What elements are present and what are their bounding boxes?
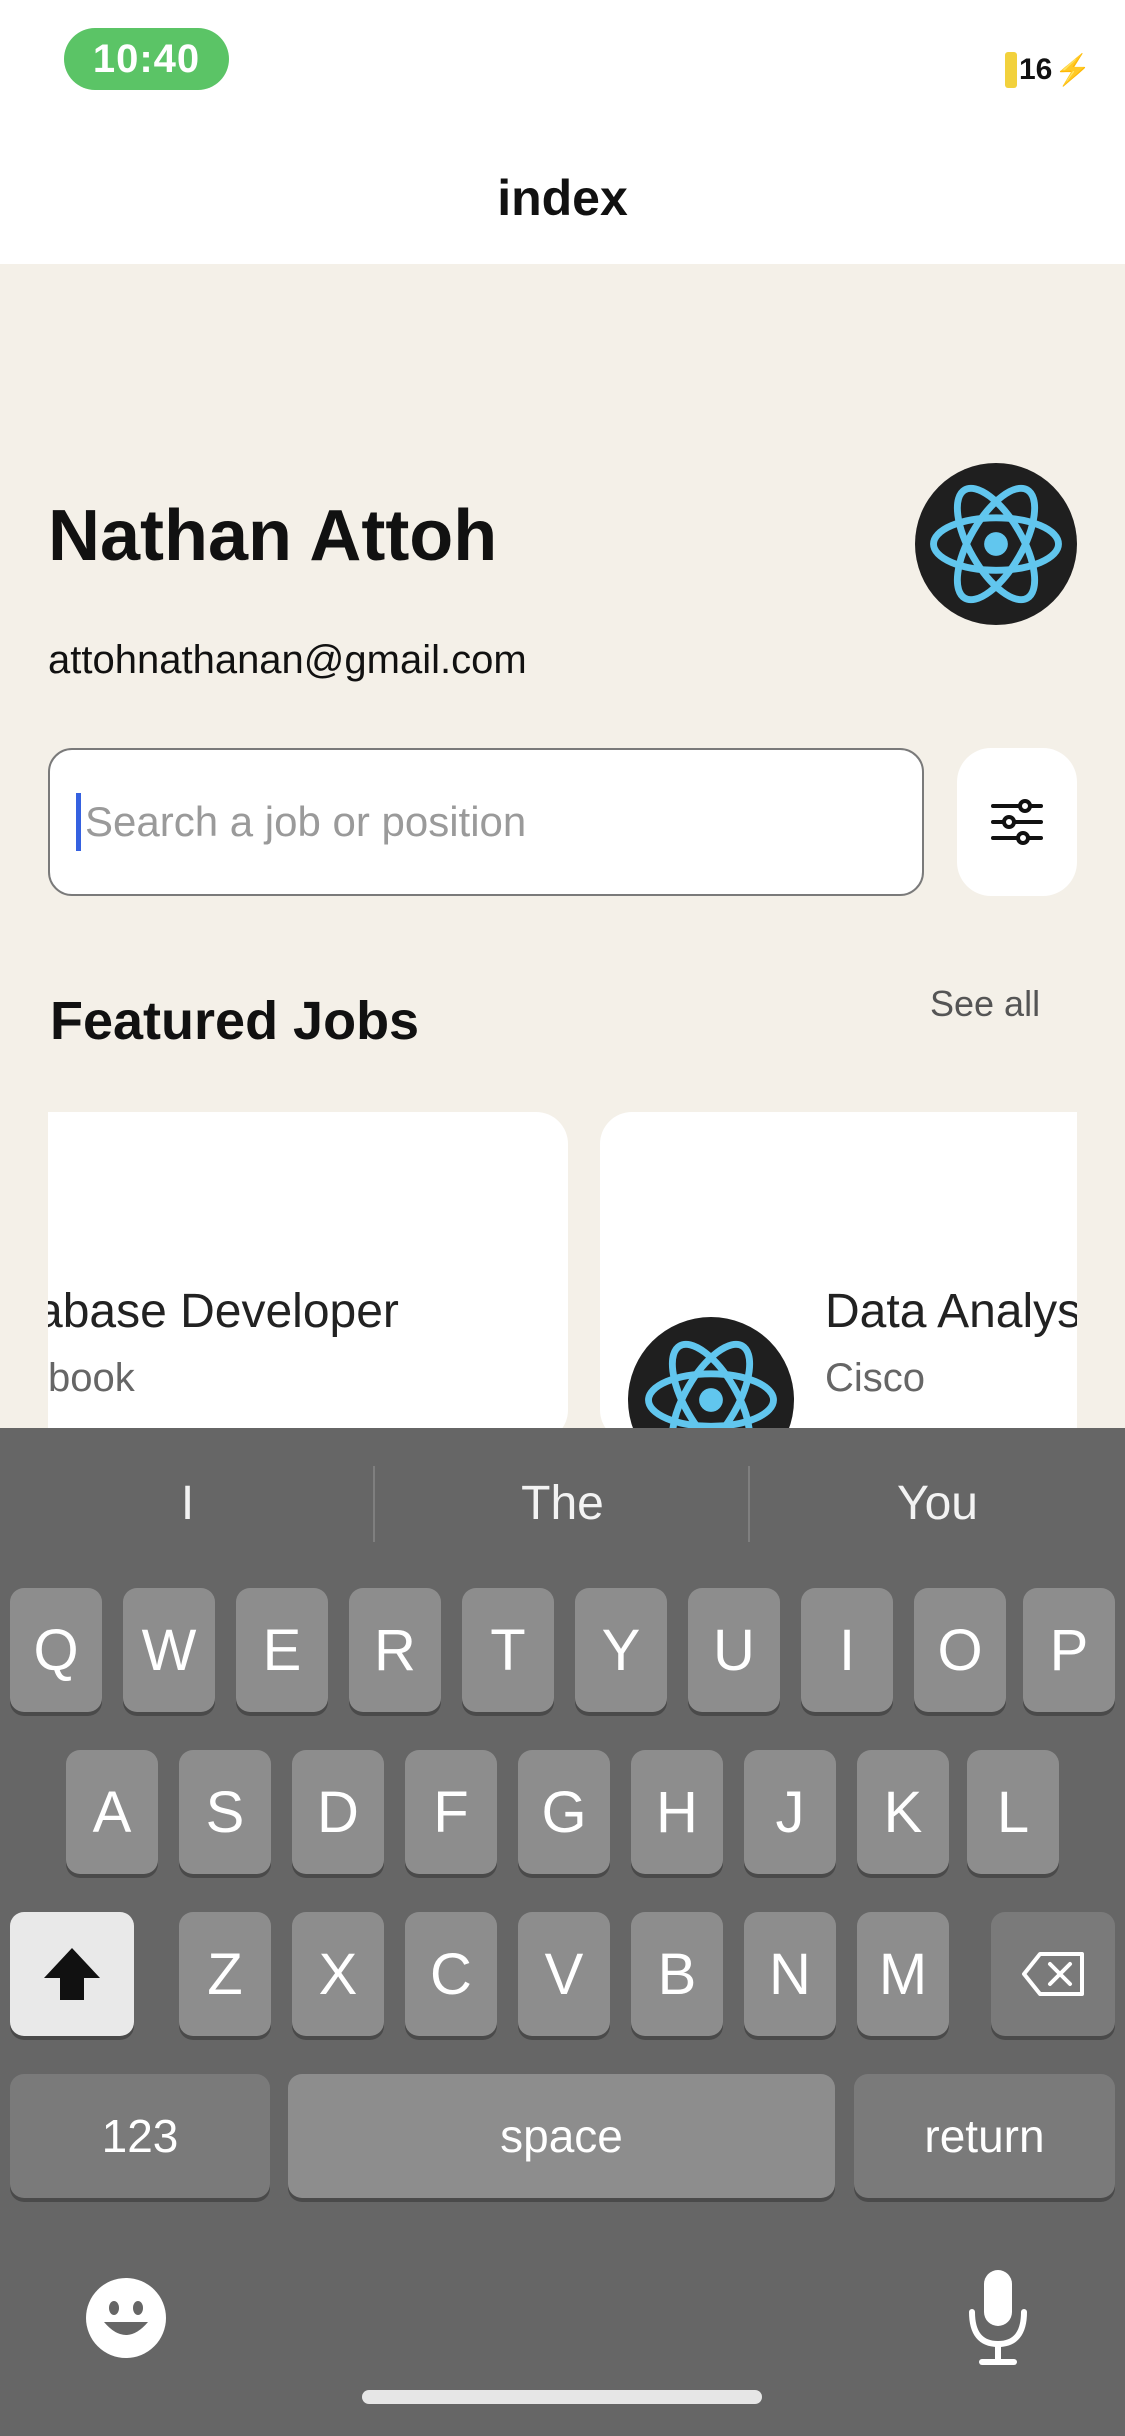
suggestion-item[interactable]: The xyxy=(375,1428,750,1578)
key-r[interactable]: R xyxy=(349,1588,441,1712)
numbers-key[interactable]: 123 xyxy=(10,2074,270,2198)
key-d[interactable]: D xyxy=(292,1750,384,1874)
key-m[interactable]: M xyxy=(857,1912,949,2036)
key-i[interactable]: I xyxy=(801,1588,893,1712)
backspace-icon xyxy=(1022,1952,1084,1996)
user-email: attohnathanan@gmail.com xyxy=(48,638,527,682)
suggestion-divider xyxy=(373,1466,375,1542)
key-p[interactable]: P xyxy=(1023,1588,1115,1712)
key-x[interactable]: X xyxy=(292,1912,384,2036)
suggestion-item[interactable]: I xyxy=(0,1428,375,1578)
battery-icon xyxy=(1005,52,1017,88)
search-input[interactable] xyxy=(83,797,867,847)
key-n[interactable]: N xyxy=(744,1912,836,2036)
suggestion-bar: I The You xyxy=(0,1428,1125,1578)
microphone-button[interactable] xyxy=(966,2268,1030,2368)
avatar[interactable] xyxy=(915,463,1077,625)
key-h[interactable]: H xyxy=(631,1750,723,1874)
status-bar: 10:40 16 ⚡ xyxy=(0,0,1125,132)
key-l[interactable]: L xyxy=(967,1750,1059,1874)
status-time: 10:40 xyxy=(64,28,229,90)
charging-bolt-icon: ⚡ xyxy=(1054,53,1092,87)
key-j[interactable]: J xyxy=(744,1750,836,1874)
job-title: abase Developer xyxy=(48,1285,399,1338)
featured-jobs-title: Featured Jobs xyxy=(50,991,420,1051)
suggestion-divider xyxy=(748,1466,750,1542)
key-e[interactable]: E xyxy=(236,1588,328,1712)
key-s[interactable]: S xyxy=(179,1750,271,1874)
suggestion-item[interactable]: You xyxy=(750,1428,1125,1578)
see-all-link[interactable]: See all xyxy=(930,983,1040,1025)
key-o[interactable]: O xyxy=(914,1588,1006,1712)
page-title: index xyxy=(0,132,1125,264)
job-title: Data Analys xyxy=(825,1285,1077,1338)
key-z[interactable]: Z xyxy=(179,1912,271,2036)
key-w[interactable]: W xyxy=(123,1588,215,1712)
company-logo xyxy=(628,1317,794,1442)
sliders-icon xyxy=(991,799,1043,845)
key-q[interactable]: Q xyxy=(10,1588,102,1712)
key-y[interactable]: Y xyxy=(575,1588,667,1712)
key-u[interactable]: U xyxy=(688,1588,780,1712)
job-card[interactable]: Data Analys Cisco xyxy=(600,1112,1077,1442)
text-caret xyxy=(76,793,81,851)
user-name: Nathan Attoh xyxy=(48,496,498,576)
home-indicator[interactable] xyxy=(362,2390,762,2404)
filter-button[interactable] xyxy=(957,748,1077,896)
key-b[interactable]: B xyxy=(631,1912,723,2036)
keyboard: I The You Q W E R T Y U I O P A S D F G … xyxy=(0,1428,1125,2436)
battery-level: 16 xyxy=(1019,53,1053,86)
key-k[interactable]: K xyxy=(857,1750,949,1874)
shift-key[interactable] xyxy=(10,1912,134,2036)
key-f[interactable]: F xyxy=(405,1750,497,1874)
backspace-key[interactable] xyxy=(991,1912,1115,2036)
emoji-button[interactable] xyxy=(84,2276,168,2360)
emoji-icon xyxy=(86,2278,166,2358)
job-company: book xyxy=(48,1356,135,1400)
job-card[interactable]: abase Developer book xyxy=(48,1112,568,1442)
key-t[interactable]: T xyxy=(462,1588,554,1712)
key-v[interactable]: V xyxy=(518,1912,610,2036)
battery-indicator: 16 ⚡ xyxy=(1005,50,1092,90)
key-a[interactable]: A xyxy=(66,1750,158,1874)
react-logo-icon xyxy=(645,1340,777,1442)
job-company: Cisco xyxy=(825,1356,926,1400)
key-c[interactable]: C xyxy=(405,1912,497,2036)
react-logo-icon xyxy=(930,484,1062,604)
space-key[interactable]: space xyxy=(288,2074,835,2198)
microphone-icon xyxy=(969,2270,1027,2365)
shift-arrow-icon xyxy=(44,1948,100,2000)
return-key[interactable]: return xyxy=(854,2074,1115,2198)
search-box[interactable] xyxy=(48,748,924,896)
key-g[interactable]: G xyxy=(518,1750,610,1874)
